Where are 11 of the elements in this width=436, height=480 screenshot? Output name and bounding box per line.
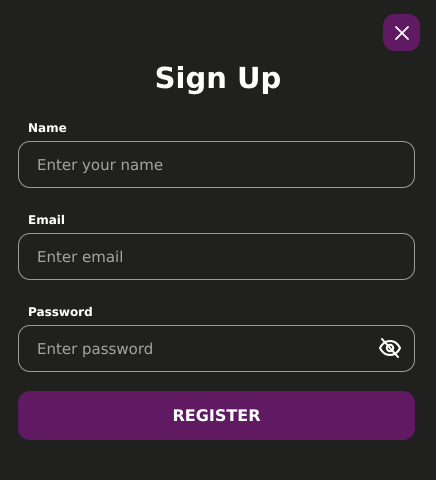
register-button[interactable]: REGISTER [18,391,415,440]
email-field[interactable]: Enter email [18,233,415,280]
field-label: Name [28,120,68,136]
form-title: Sign Up [154,60,282,97]
password-field[interactable]: Enter password [18,325,415,372]
field-label: Password [28,304,94,320]
name-field[interactable]: Enter your name [18,141,415,188]
field-label: Email [28,212,66,228]
eye-slash-icon[interactable] [378,337,402,359]
close-icon [394,26,408,40]
close-button[interactable] [383,14,420,51]
